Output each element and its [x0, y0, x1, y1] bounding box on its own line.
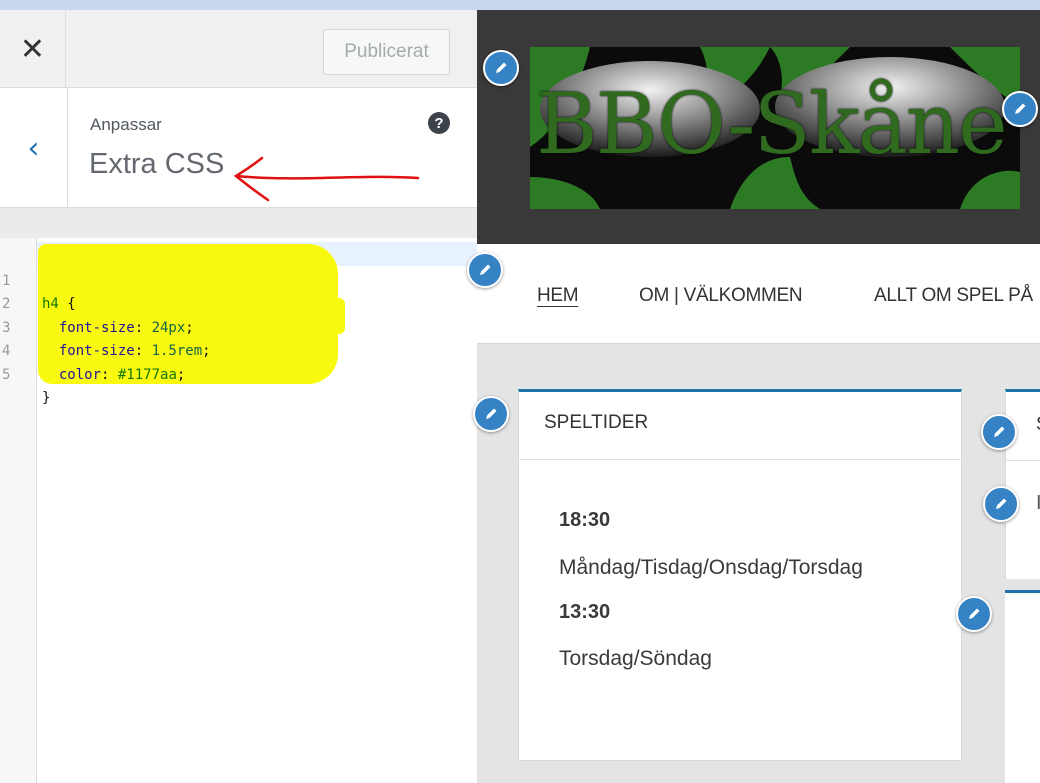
pencil-icon — [480, 264, 491, 275]
section-title: Extra CSS — [89, 148, 225, 180]
help-icon[interactable]: ? — [428, 112, 450, 134]
edit-shortcut-widget-3[interactable] — [956, 596, 992, 632]
widget-title: SPELTIDER — [519, 392, 961, 460]
widget-divider — [1006, 460, 1040, 461]
edit-shortcut-widget-2[interactable] — [981, 414, 1017, 450]
pencil-icon — [1015, 103, 1026, 114]
site-header: BBO-Skåne — [477, 10, 1040, 244]
site-logo[interactable]: BBO-Skåne — [530, 47, 1020, 209]
code-text: } — [42, 390, 51, 406]
publish-button[interactable]: Publicerat — [323, 29, 450, 75]
edit-shortcut-logo[interactable] — [483, 50, 519, 86]
code-line: 4 color: #1177aa; — [0, 317, 185, 383]
nav-item-allt-om-spel[interactable]: ALLT OM SPEL PÅ — [874, 285, 1033, 307]
code-line: 3 font-size: 1.5rem; — [0, 293, 211, 360]
time-slot-2: 13:30 — [559, 601, 611, 623]
pencil-icon — [969, 608, 980, 619]
widget-text: I — [1036, 492, 1040, 514]
edit-shortcut-nav[interactable] — [467, 252, 503, 288]
panel-spacer — [0, 208, 477, 238]
code-line: 2 font-size: 24px; — [0, 270, 194, 336]
yellow-highlight — [250, 298, 345, 334]
top-strip — [0, 0, 1040, 10]
nav-item-om-valkommen[interactable]: OM | VÄLKOMMEN — [639, 285, 803, 307]
back-button[interactable]: ‹ — [0, 88, 68, 208]
code-line: 1 h4 { — [0, 246, 76, 313]
edit-shortcut-widget-2-content[interactable] — [983, 486, 1019, 522]
pencil-icon — [496, 62, 507, 73]
edit-shortcut-header[interactable] — [1002, 91, 1038, 127]
pencil-icon — [994, 426, 1005, 437]
close-customizer-button[interactable]: ✕ — [0, 10, 66, 88]
breadcrumb: Anpassar — [90, 115, 162, 134]
nav-item-hem[interactable]: HEM — [537, 285, 579, 307]
third-widget — [1005, 590, 1040, 783]
css-code-editor[interactable]: 1 h4 { 2 font-size: 24px; 3 font-size: 1… — [0, 238, 477, 783]
customizer-header: ✕ Publicerat — [0, 10, 477, 88]
code-line: 5 } — [0, 340, 67, 407]
chevron-left-icon: ‹ — [27, 130, 40, 166]
site-preview: BBO-Skåne HEM OM | VÄLKOMMEN ALLT OM SPE… — [467, 10, 1040, 783]
code-lines: 1 h4 { 2 font-size: 24px; 3 font-size: 1… — [0, 246, 211, 407]
days-slot-2: Torsdag/Söndag — [559, 647, 712, 670]
line-number: 5 — [2, 366, 11, 383]
speltider-widget: SPELTIDER 18:30 Måndag/Tisdag/Onsdag/Tor… — [518, 389, 962, 761]
widget-title: S — [1036, 414, 1040, 436]
logo-text: BBO-Skåne — [536, 75, 1008, 173]
close-icon: ✕ — [19, 31, 46, 67]
annotation-arrow-icon — [233, 156, 420, 202]
yellow-highlight — [290, 350, 325, 380]
customizer-panel: ✕ Publicerat ‹ Anpassar Extra CSS ? 1 h4… — [0, 10, 477, 783]
pencil-icon — [996, 498, 1007, 509]
pencil-icon — [486, 408, 497, 419]
time-slot-1: 18:30 — [559, 509, 611, 531]
edit-shortcut-widget[interactable] — [473, 396, 509, 432]
days-slot-1: Måndag/Tisdag/Onsdag/Torsdag — [559, 556, 863, 579]
